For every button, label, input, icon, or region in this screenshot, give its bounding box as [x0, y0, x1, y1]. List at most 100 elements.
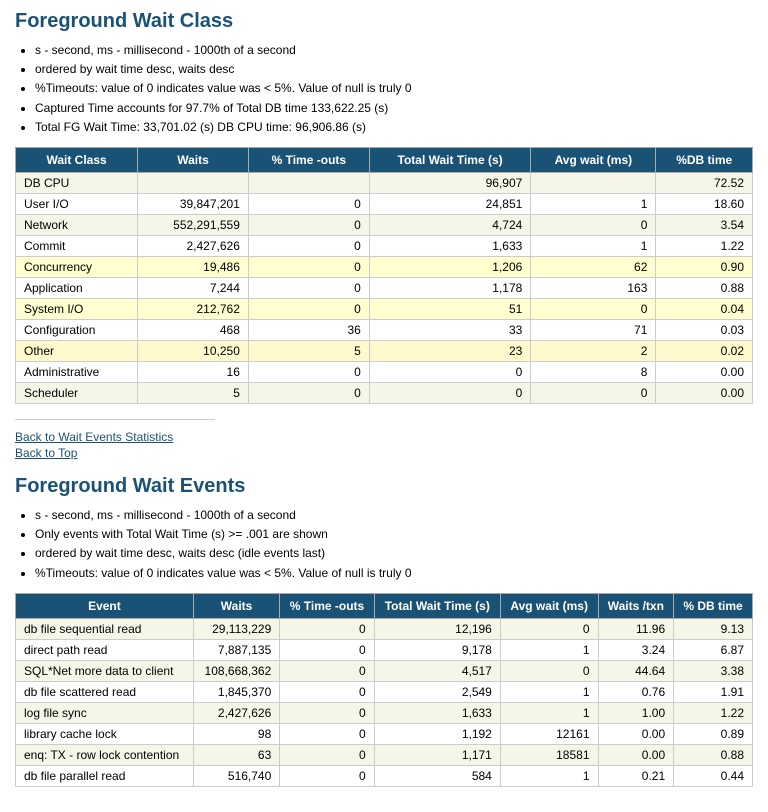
data-cell: 108,668,362 [193, 660, 279, 681]
table-row: enq: TX - row lock contention6301,171185… [16, 744, 753, 765]
data-cell: 2 [531, 340, 656, 361]
col-e-timeouts: % Time -outs [280, 593, 374, 618]
table-row: Commit2,427,62601,63311.22 [16, 235, 753, 256]
data-cell: 51 [369, 298, 531, 319]
table-row: Configuration4683633710.03 [16, 319, 753, 340]
data-cell: 0 [531, 382, 656, 403]
event-cell: db file parallel read [16, 765, 194, 786]
data-cell: 6.87 [674, 639, 753, 660]
wait-class-cell: Concurrency [16, 256, 138, 277]
section-divider [15, 419, 215, 420]
data-cell: 0.89 [674, 723, 753, 744]
table-row: DB CPU96,90772.52 [16, 172, 753, 193]
data-cell: 0.88 [656, 277, 753, 298]
events-header-row: Event Waits % Time -outs Total Wait Time… [16, 593, 753, 618]
data-cell: 212,762 [138, 298, 249, 319]
data-cell: 4,724 [369, 214, 531, 235]
wait-class-cell: System I/O [16, 298, 138, 319]
data-cell: 2,427,626 [193, 702, 279, 723]
data-cell: 10,250 [138, 340, 249, 361]
table-header-row: Wait Class Waits % Time -outs Total Wait… [16, 147, 753, 172]
data-cell: 3.38 [674, 660, 753, 681]
table-row: direct path read7,887,13509,17813.246.87 [16, 639, 753, 660]
data-cell: 0.88 [674, 744, 753, 765]
col-e-waits-txn: Waits /txn [598, 593, 674, 618]
data-cell: 12161 [500, 723, 598, 744]
data-cell: 2,427,626 [138, 235, 249, 256]
event-cell: direct path read [16, 639, 194, 660]
data-cell: 0 [531, 214, 656, 235]
data-cell: 468 [138, 319, 249, 340]
data-cell: 0 [248, 382, 369, 403]
data-cell: 0 [280, 765, 374, 786]
data-cell: 62 [531, 256, 656, 277]
data-cell: 1 [500, 639, 598, 660]
data-cell: 0 [248, 361, 369, 382]
table-row: User I/O39,847,201024,851118.60 [16, 193, 753, 214]
data-cell: 1,845,370 [193, 681, 279, 702]
col-e-total-wait: Total Wait Time (s) [374, 593, 500, 618]
data-cell: 7,887,135 [193, 639, 279, 660]
data-cell: 5 [248, 340, 369, 361]
links-section: Back to Wait Events Statistics Back to T… [15, 430, 753, 460]
data-cell: 3.54 [656, 214, 753, 235]
s2-bullet-3: ordered by wait time desc, waits desc (i… [35, 544, 753, 563]
wait-class-cell: Administrative [16, 361, 138, 382]
foreground-wait-class-section: Foreground Wait Class s - second, ms - m… [15, 10, 753, 404]
back-top-link[interactable]: Back to Top [15, 446, 753, 460]
data-cell: 0.90 [656, 256, 753, 277]
data-cell: 0 [500, 660, 598, 681]
data-cell: 5 [138, 382, 249, 403]
section2-title: Foreground Wait Events [15, 475, 753, 498]
section2-bullets: s - second, ms - millisecond - 1000th of… [35, 506, 753, 583]
wait-class-cell: Application [16, 277, 138, 298]
wait-class-table-container: Wait Class Waits % Time -outs Total Wait… [15, 147, 753, 404]
data-cell: 0 [500, 618, 598, 639]
data-cell: 1.91 [674, 681, 753, 702]
col-wait-class: Wait Class [16, 147, 138, 172]
data-cell: 584 [374, 765, 500, 786]
data-cell: 0 [248, 298, 369, 319]
data-cell: 0.00 [598, 723, 674, 744]
data-cell: 36 [248, 319, 369, 340]
col-e-avg-wait: Avg wait (ms) [500, 593, 598, 618]
wait-class-cell: DB CPU [16, 172, 138, 193]
data-cell: 0 [280, 702, 374, 723]
data-cell: 0 [248, 256, 369, 277]
col-e-pct-db: % DB time [674, 593, 753, 618]
s2-bullet-4: %Timeouts: value of 0 indicates value wa… [35, 564, 753, 583]
data-cell: 0.04 [656, 298, 753, 319]
wait-events-table-container: Event Waits % Time -outs Total Wait Time… [15, 593, 753, 787]
wait-class-cell: Scheduler [16, 382, 138, 403]
data-cell: 8 [531, 361, 656, 382]
data-cell: 0 [248, 193, 369, 214]
data-cell: 0 [248, 214, 369, 235]
data-cell: 0 [280, 723, 374, 744]
event-cell: enq: TX - row lock contention [16, 744, 194, 765]
data-cell: 1 [500, 681, 598, 702]
wait-events-table: Event Waits % Time -outs Total Wait Time… [15, 593, 753, 787]
data-cell: 7,244 [138, 277, 249, 298]
wait-class-table: Wait Class Waits % Time -outs Total Wait… [15, 147, 753, 404]
back-wait-events-link[interactable]: Back to Wait Events Statistics [15, 430, 753, 444]
wait-class-cell: Network [16, 214, 138, 235]
foreground-wait-events-section: Foreground Wait Events s - second, ms - … [15, 475, 753, 787]
data-cell [248, 172, 369, 193]
event-cell: library cache lock [16, 723, 194, 744]
wait-class-cell: Other [16, 340, 138, 361]
table-row: library cache lock9801,192121610.000.89 [16, 723, 753, 744]
data-cell: 9,178 [374, 639, 500, 660]
event-cell: SQL*Net more data to client [16, 660, 194, 681]
data-cell: 4,517 [374, 660, 500, 681]
col-event: Event [16, 593, 194, 618]
col-pct-db: %DB time [656, 147, 753, 172]
table-row: log file sync2,427,62601,63311.001.22 [16, 702, 753, 723]
data-cell: 0 [248, 277, 369, 298]
wait-class-cell: Commit [16, 235, 138, 256]
data-cell: 0 [280, 744, 374, 765]
bullet-4: Captured Time accounts for 97.7% of Tota… [35, 99, 753, 118]
data-cell: 1,633 [374, 702, 500, 723]
data-cell: 72.52 [656, 172, 753, 193]
col-timeouts: % Time -outs [248, 147, 369, 172]
data-cell: 71 [531, 319, 656, 340]
